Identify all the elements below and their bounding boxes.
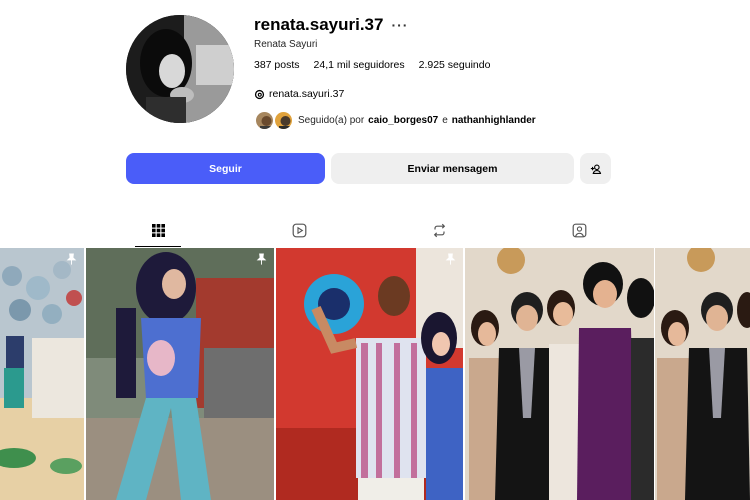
pinned-icon	[256, 253, 267, 265]
tab-reels[interactable]	[276, 214, 322, 247]
follow-button[interactable]: Seguir	[126, 153, 325, 184]
tab-posts[interactable]	[135, 214, 181, 247]
threads-link[interactable]: renata.sayuri.37	[254, 88, 344, 100]
followed-user-1[interactable]: caio_borges07	[368, 115, 438, 126]
post-tile[interactable]	[465, 248, 654, 500]
profile-username: renata.sayuri.37	[254, 15, 384, 34]
post-tile[interactable]	[655, 248, 750, 500]
avatar-photo	[126, 15, 234, 123]
profile-stats: 387 posts 24,1 mil seguidores 2.925 segu…	[254, 59, 490, 71]
tagged-icon	[572, 223, 586, 238]
threads-icon	[254, 89, 265, 99]
pinned-icon	[445, 253, 456, 265]
followed-connector: e	[442, 115, 448, 126]
reels-icon	[292, 223, 306, 238]
profile-full-name: Renata Sayuri	[254, 39, 318, 50]
suggest-users-button[interactable]	[580, 153, 611, 184]
post-image	[86, 248, 274, 500]
posts-grid	[0, 248, 750, 500]
followed-prefix: Seguido(a) por	[298, 115, 365, 126]
tab-reposts[interactable]	[416, 214, 462, 247]
post-image	[465, 248, 654, 500]
followers-count[interactable]: 24,1 mil seguidores	[314, 59, 405, 71]
post-image	[276, 248, 463, 500]
post-image	[655, 248, 750, 500]
follower-avatar	[254, 110, 275, 131]
pinned-icon	[66, 253, 77, 265]
followed-by[interactable]: Seguido(a) por caio_borges07 e nathanhig…	[254, 110, 536, 131]
followed-user-2[interactable]: nathanhighlander	[452, 115, 536, 126]
send-message-button[interactable]: Enviar mensagem	[331, 153, 574, 184]
threads-handle: renata.sayuri.37	[269, 88, 345, 100]
profile-avatar[interactable]	[126, 15, 234, 123]
post-tile[interactable]	[0, 248, 84, 500]
post-tile[interactable]	[86, 248, 274, 500]
post-image	[0, 248, 84, 500]
person-plus-icon	[590, 164, 601, 174]
grid-icon	[151, 223, 165, 237]
follower-avatar	[273, 110, 294, 131]
more-options-icon[interactable]: ···	[391, 17, 408, 33]
profile-tabs	[0, 214, 750, 247]
repost-icon	[433, 223, 445, 238]
following-count[interactable]: 2.925 seguindo	[419, 59, 491, 71]
posts-count: 387 posts	[254, 59, 300, 71]
tab-tagged[interactable]	[556, 214, 602, 247]
post-tile[interactable]	[276, 248, 463, 500]
